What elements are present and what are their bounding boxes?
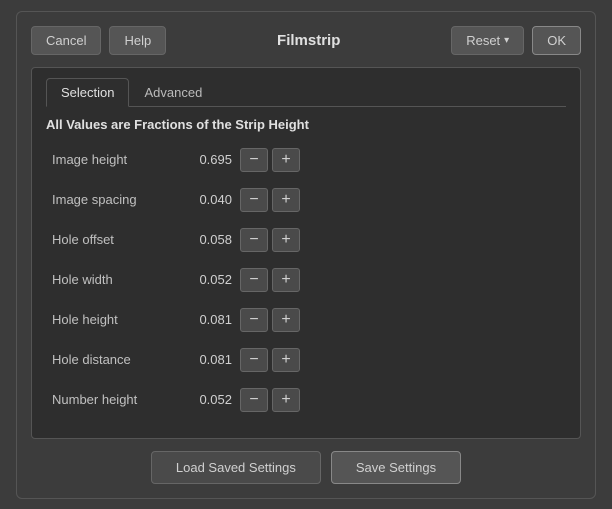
hole-width-value: 0.052 [172,272,232,287]
footer: Load Saved Settings Save Settings [31,451,581,484]
image-spacing-decrement[interactable]: − [240,188,268,212]
panel-subtitle: All Values are Fractions of the Strip He… [46,117,566,132]
toolbar-left: Cancel Help [31,26,166,55]
image-spacing-value: 0.040 [172,192,232,207]
hole-offset-value: 0.058 [172,232,232,247]
hole-height-decrement[interactable]: − [240,308,268,332]
hole-distance-decrement[interactable]: − [240,348,268,372]
hole-offset-decrement[interactable]: − [240,228,268,252]
settings-panel: Selection Advanced All Values are Fracti… [31,67,581,439]
reset-button[interactable]: Reset ▾ [451,26,524,55]
hole-width-increment[interactable]: + [272,268,300,292]
filmstrip-dialog: Cancel Help Filmstrip Reset ▾ OK Selecti… [16,11,596,499]
hole-distance-increment[interactable]: + [272,348,300,372]
reset-label: Reset [466,33,500,48]
image-height-stepper: − + [240,148,300,172]
hole-offset-label: Hole offset [52,232,172,247]
image-spacing-increment[interactable]: + [272,188,300,212]
hole-distance-label: Hole distance [52,352,172,367]
field-row-image-spacing: Image spacing 0.040 − + [46,184,566,216]
image-height-decrement[interactable]: − [240,148,268,172]
image-height-label: Image height [52,152,172,167]
toolbar: Cancel Help Filmstrip Reset ▾ OK [31,26,581,55]
number-height-decrement[interactable]: − [240,388,268,412]
help-button[interactable]: Help [109,26,166,55]
load-settings-button[interactable]: Load Saved Settings [151,451,321,484]
field-row-hole-offset: Hole offset 0.058 − + [46,224,566,256]
hole-offset-increment[interactable]: + [272,228,300,252]
image-spacing-label: Image spacing [52,192,172,207]
field-row-hole-height: Hole height 0.081 − + [46,304,566,336]
hole-height-stepper: − + [240,308,300,332]
toolbar-right: Reset ▾ OK [451,26,581,55]
image-height-value: 0.695 [172,152,232,167]
tab-selection[interactable]: Selection [46,78,129,107]
number-height-label: Number height [52,392,172,407]
number-height-stepper: − + [240,388,300,412]
hole-height-value: 0.081 [172,312,232,327]
field-row-hole-width: Hole width 0.052 − + [46,264,566,296]
tab-advanced[interactable]: Advanced [129,78,217,107]
image-spacing-stepper: − + [240,188,300,212]
chevron-down-icon: ▾ [504,35,509,46]
save-settings-button[interactable]: Save Settings [331,451,461,484]
number-height-increment[interactable]: + [272,388,300,412]
hole-height-increment[interactable]: + [272,308,300,332]
field-row-hole-distance: Hole distance 0.081 − + [46,344,566,376]
hole-width-decrement[interactable]: − [240,268,268,292]
hole-offset-stepper: − + [240,228,300,252]
image-height-increment[interactable]: + [272,148,300,172]
hole-distance-stepper: − + [240,348,300,372]
dialog-title: Filmstrip [174,32,443,49]
cancel-button[interactable]: Cancel [31,26,101,55]
hole-width-stepper: − + [240,268,300,292]
hole-width-label: Hole width [52,272,172,287]
number-height-value: 0.052 [172,392,232,407]
hole-height-label: Hole height [52,312,172,327]
field-row-image-height: Image height 0.695 − + [46,144,566,176]
tab-bar: Selection Advanced [46,78,566,107]
ok-button[interactable]: OK [532,26,581,55]
hole-distance-value: 0.081 [172,352,232,367]
field-row-number-height: Number height 0.052 − + [46,384,566,416]
